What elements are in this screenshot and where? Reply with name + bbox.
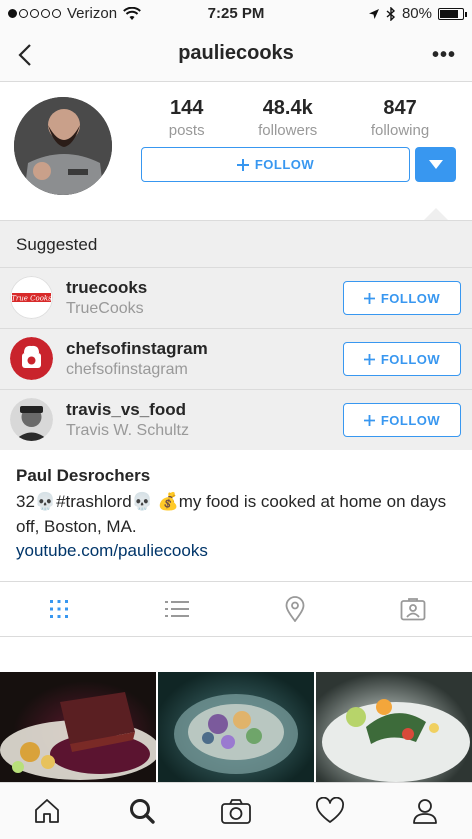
profile-header: 144 posts 48.4k followers 847 following …	[0, 83, 472, 220]
profile-icon	[412, 799, 437, 824]
tab-grid[interactable]	[0, 582, 118, 636]
list-icon	[165, 601, 189, 617]
suggested-follow-button[interactable]: FOLLOW	[343, 281, 461, 315]
follow-label: FOLLOW	[380, 290, 441, 306]
plus-icon	[236, 158, 249, 171]
bio-text: 32💀#trashlord💀 💰my food is cooked at hom…	[16, 492, 447, 536]
bio-name: Paul Desrochers	[16, 466, 151, 485]
search-icon	[129, 799, 155, 824]
food-photo-image	[0, 692, 156, 780]
suggested-section: Suggested True Cooks truecooks TrueCooks…	[0, 220, 472, 450]
bluetooth-icon	[386, 6, 395, 21]
bio-website-link[interactable]: youtube.com/pauliecooks	[16, 541, 456, 561]
tab-tagged[interactable]	[354, 582, 472, 636]
heart-icon	[316, 797, 345, 823]
follow-label: FOLLOW	[380, 412, 441, 428]
avatar-photo	[14, 97, 112, 195]
suggested-avatar[interactable]	[10, 398, 53, 441]
stat-label: posts	[168, 122, 205, 139]
plus-icon	[363, 353, 375, 365]
suggested-pointer	[424, 208, 448, 220]
triangle-down-icon	[428, 159, 443, 169]
grid-photo[interactable]	[158, 672, 314, 782]
view-tabs	[0, 581, 472, 637]
svg-text:True Cooks: True Cooks	[11, 295, 52, 303]
suggested-account-row[interactable]: chefsofinstagram chefsofinstagram FOLLOW	[0, 328, 472, 388]
suggested-title: Suggested	[16, 235, 98, 254]
stat-followers[interactable]: 48.4k followers	[258, 97, 317, 139]
suggested-username[interactable]: truecooks	[66, 278, 147, 298]
location-pin-icon	[285, 596, 305, 622]
tab-camera[interactable]	[189, 783, 283, 839]
chefsofinstagram-logo	[10, 337, 53, 380]
camera-icon	[221, 799, 251, 824]
suggested-avatar[interactable]	[10, 337, 53, 380]
travis-avatar-photo	[10, 398, 53, 441]
suggested-username[interactable]: travis_vs_food	[66, 400, 186, 420]
suggested-avatar[interactable]: True Cooks	[10, 276, 53, 319]
tab-home[interactable]	[0, 783, 94, 839]
stat-posts[interactable]: 144 posts	[169, 97, 205, 139]
suggested-username[interactable]: chefsofinstagram	[66, 339, 208, 359]
suggested-follow-button[interactable]: FOLLOW	[343, 342, 461, 376]
grid-photo[interactable]	[316, 672, 472, 782]
battery-icon	[438, 7, 467, 20]
suggested-name: chefsofinstagram	[66, 361, 188, 378]
follow-label: FOLLOW	[380, 351, 441, 367]
profile-avatar[interactable]	[14, 97, 112, 195]
tab-activity[interactable]	[283, 783, 377, 839]
truecooks-logo: True Cooks	[10, 276, 53, 319]
tab-list[interactable]	[118, 582, 236, 636]
suggested-account-row[interactable]: travis_vs_food Travis W. Schultz FOLLOW	[0, 389, 472, 449]
food-photo-image	[174, 694, 298, 774]
follow-button[interactable]: FOLLOW	[141, 147, 410, 182]
status-right: 80%	[368, 5, 467, 22]
suggestions-dropdown-button[interactable]	[415, 147, 456, 182]
profile-stats: 144 posts 48.4k followers 847 following	[142, 97, 456, 139]
page-title: pauliecooks	[178, 42, 294, 64]
grid-icon	[50, 600, 68, 618]
location-arrow-icon	[368, 8, 379, 19]
tagged-icon	[400, 598, 426, 621]
home-icon	[35, 799, 60, 823]
photo-grid	[0, 672, 472, 782]
food-photo-image	[322, 699, 470, 782]
stat-value: 48.4k	[262, 97, 313, 119]
stat-label: following	[370, 122, 430, 139]
tab-location[interactable]	[236, 582, 354, 636]
stat-value: 847	[383, 97, 417, 119]
grid-photo[interactable]	[0, 672, 156, 782]
stat-value: 144	[169, 97, 204, 119]
nav-bar: pauliecooks •••	[0, 28, 472, 82]
suggested-name: Travis W. Schultz	[66, 422, 189, 439]
status-bar: Verizon 7:25 PM 80%	[0, 0, 472, 28]
battery-percent: 80%	[401, 5, 432, 22]
plus-icon	[363, 414, 375, 426]
suggested-name: TrueCooks	[66, 300, 144, 317]
suggested-follow-button[interactable]: FOLLOW	[343, 403, 461, 437]
bottom-tab-bar	[0, 782, 472, 839]
ellipsis-icon: •••	[431, 44, 456, 66]
plus-icon	[363, 292, 375, 304]
more-options-button[interactable]: •••	[430, 42, 458, 70]
tab-search[interactable]	[94, 783, 188, 839]
tab-profile[interactable]	[378, 783, 472, 839]
follow-label: FOLLOW	[254, 157, 315, 172]
stat-following[interactable]: 847 following	[371, 97, 429, 139]
profile-bio: Paul Desrochers 32💀#trashlord💀 💰my food …	[0, 450, 472, 581]
stat-label: followers	[258, 122, 318, 139]
suggested-account-row[interactable]: True Cooks truecooks TrueCooks FOLLOW	[0, 267, 472, 327]
